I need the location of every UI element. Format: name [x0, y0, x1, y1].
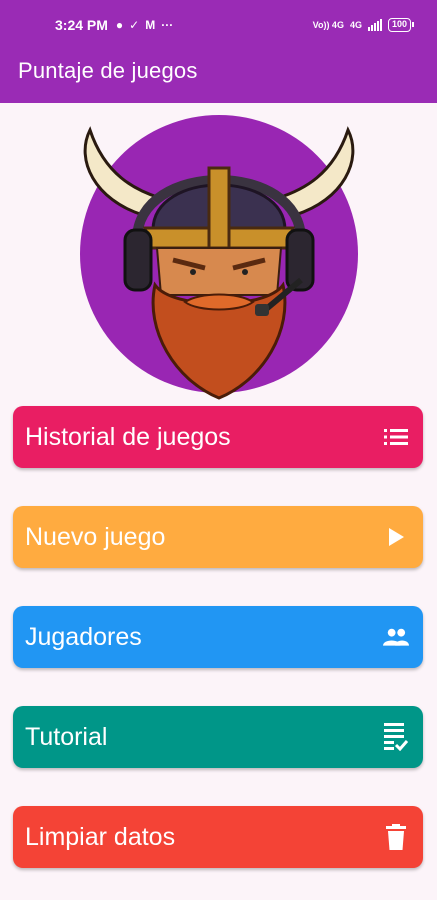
chat-notification-icon: ●: [115, 18, 124, 32]
signal-icon: [367, 19, 382, 31]
clear-data-button-label: Limpiar datos: [25, 822, 176, 851]
history-button[interactable]: Historial de juegos: [13, 406, 423, 468]
network-4g-label: 4G: [349, 20, 362, 30]
new-game-button[interactable]: Nuevo juego: [13, 506, 423, 568]
viking-warrior-icon: [83, 126, 355, 400]
play-icon: [383, 524, 409, 550]
status-bar: 3:24 PM ● ✓ M ··· Vo)) 4G 4G 100: [0, 0, 437, 50]
players-button[interactable]: Jugadores: [13, 606, 423, 668]
new-game-button-label: Nuevo juego: [25, 522, 166, 551]
trash-icon: [383, 824, 409, 850]
list-icon: [383, 424, 409, 450]
app-notification-icon: ✓: [129, 18, 140, 32]
tutorial-button[interactable]: Tutorial: [13, 706, 423, 768]
history-button-label: Historial de juegos: [25, 422, 231, 451]
people-icon: [383, 624, 409, 650]
app-bar: 3:24 PM ● ✓ M ··· Vo)) 4G 4G 100 Puntaje…: [0, 0, 437, 103]
battery-icon: 100: [387, 18, 415, 32]
checklist-icon: [383, 723, 409, 751]
gmail-icon: M: [145, 18, 156, 32]
viking-avatar: [80, 115, 358, 400]
players-button-label: Jugadores: [25, 622, 142, 651]
status-time: 3:24 PM: [55, 17, 108, 33]
tutorial-button-label: Tutorial: [25, 722, 108, 751]
clear-data-button[interactable]: Limpiar datos: [13, 806, 423, 868]
network-volte-label: Vo)) 4G: [312, 20, 344, 30]
page-title: Puntaje de juegos: [18, 58, 198, 83]
battery-level: 100: [391, 19, 407, 29]
more-notifications-icon: ···: [161, 18, 174, 32]
